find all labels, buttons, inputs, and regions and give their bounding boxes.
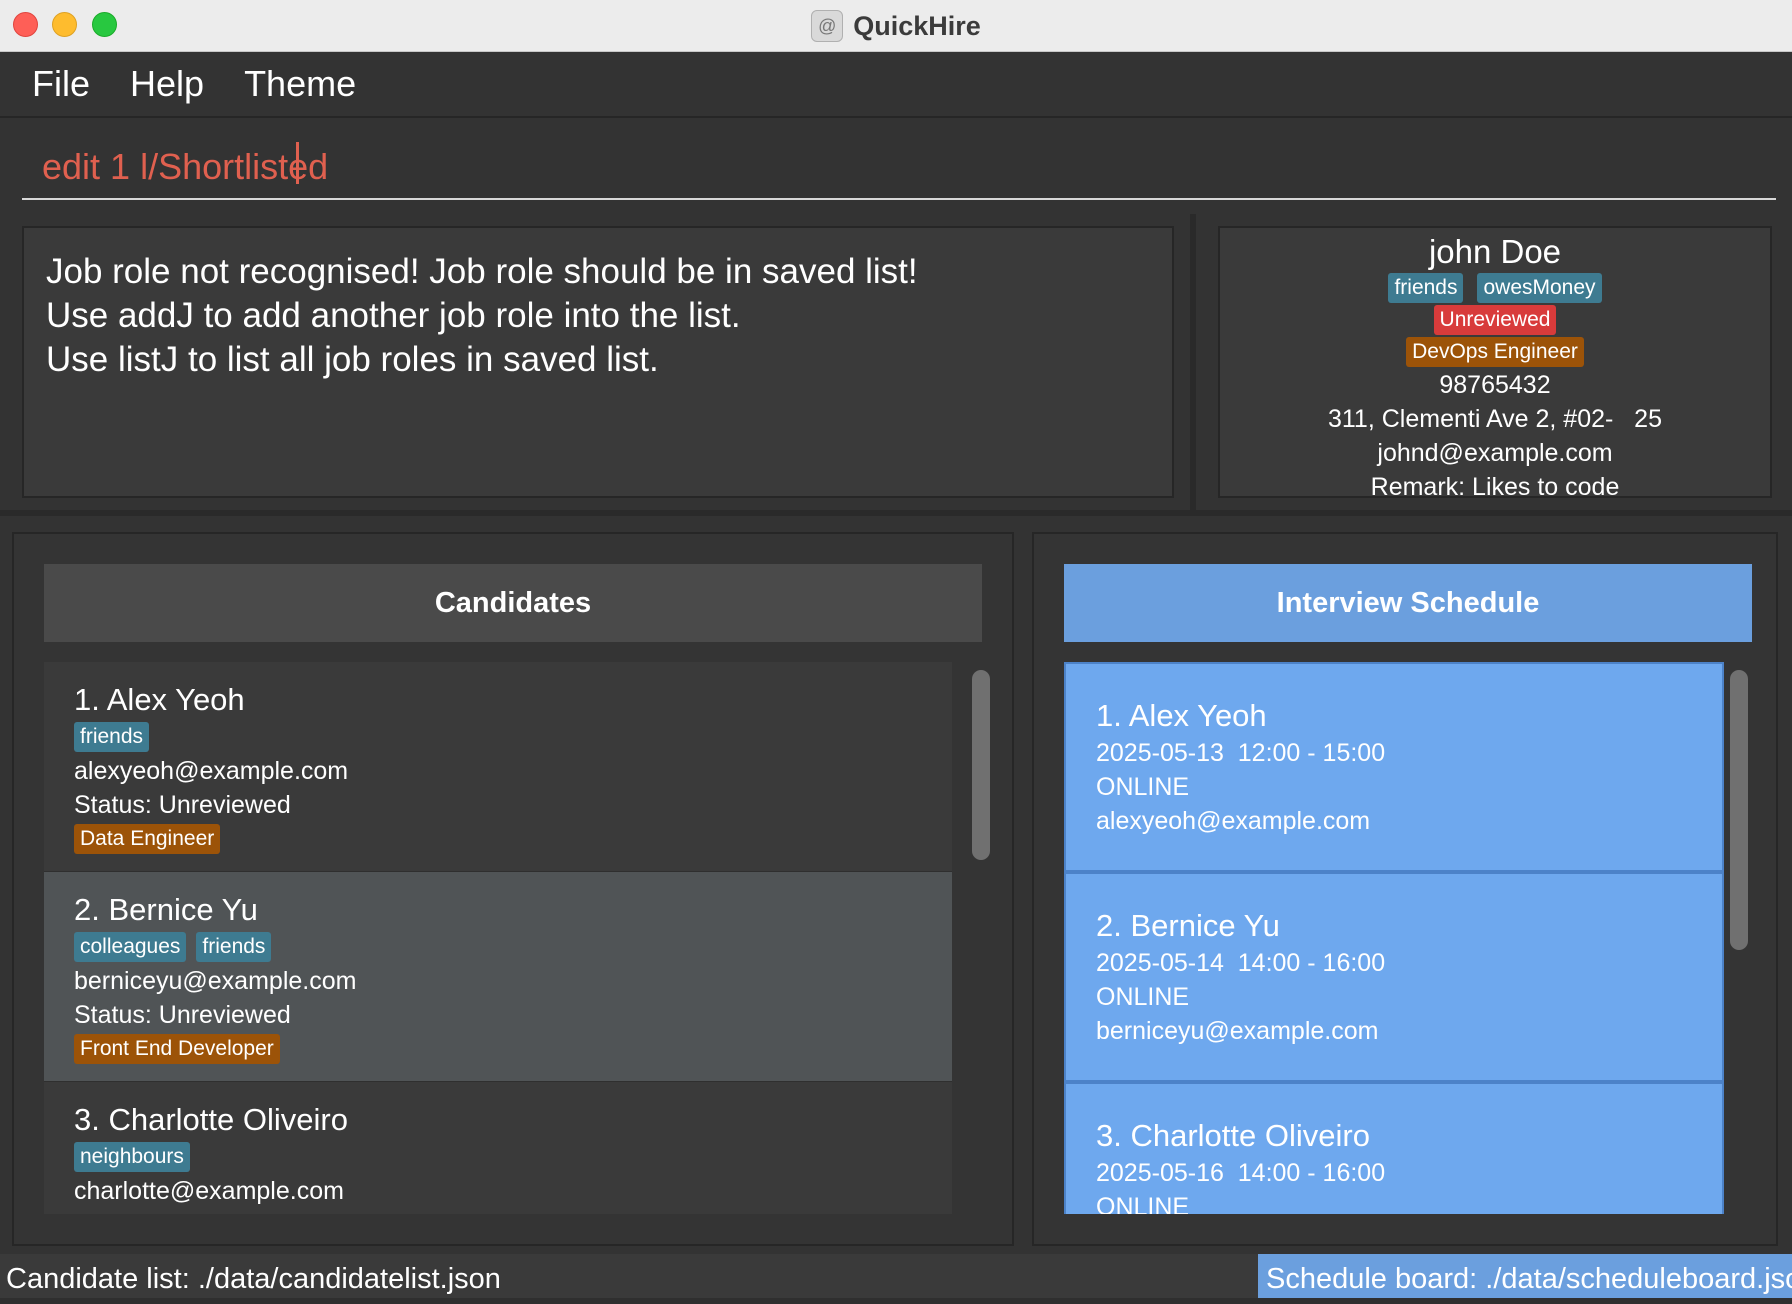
interview-time: 2025-05-13 12:00 - 15:00 [1096, 739, 1386, 767]
result-panel: Job role not recognised! Job role should… [0, 214, 1196, 510]
interview-mode: ONLINE [1096, 773, 1190, 801]
candidate-name: 3. Charlotte Oliveiro [74, 1102, 348, 1137]
detail-remark: Remark: Likes to code [1370, 473, 1620, 501]
candidate-tags: colleagues friends [74, 932, 922, 962]
schedule-scrollbar[interactable] [1730, 670, 1748, 950]
schedule-board-path: Schedule board: ./data/scheduleboard.jso… [1258, 1254, 1792, 1298]
interview-time: 2025-05-14 14:00 - 16:00 [1096, 949, 1386, 977]
tag: owesMoney [1477, 273, 1602, 303]
list-item[interactable]: 3. Charlotte Oliveiro 2025-05-16 14:00 -… [1064, 1082, 1724, 1214]
title-bar: @ QuickHire [0, 0, 1792, 52]
candidate-job-row: Front End Developer [74, 1034, 922, 1064]
text-caret [296, 142, 299, 184]
interview-email: alexyeoh@example.com [1096, 807, 1371, 835]
candidate-name: 1. Alex Yeoh [74, 682, 245, 717]
status-bar: Candidate list: ./data/candidatelist.jso… [0, 1254, 1792, 1298]
result-display: Job role not recognised! Job role should… [22, 226, 1174, 498]
candidate-email: berniceyu@example.com [74, 967, 357, 995]
interview-time: 2025-05-16 14:00 - 16:00 [1096, 1159, 1386, 1187]
menu-file[interactable]: File [32, 63, 90, 105]
tag: friends [196, 932, 272, 962]
interview-name: 1. Alex Yeoh [1096, 698, 1267, 733]
interview-name: 2. Bernice Yu [1096, 908, 1280, 943]
candidate-status: Status: Unreviewed [74, 1001, 291, 1029]
tag: friends [74, 722, 150, 752]
menu-theme[interactable]: Theme [244, 63, 356, 105]
detail-address: 311, Clementi Ave 2, #02- 25 [1327, 405, 1662, 433]
candidate-detail-card: john Doe friends owesMoney Unreviewed De… [1218, 226, 1772, 501]
candidate-detail-panel: john Doe friends owesMoney Unreviewed De… [1196, 214, 1792, 510]
list-item[interactable]: 2. Bernice Yu 2025-05-14 14:00 - 16:00 O… [1064, 872, 1724, 1082]
schedule-panel: Interview Schedule 1. Alex Yeoh 2025-05-… [1032, 532, 1778, 1246]
app-name: QuickHire [853, 10, 981, 41]
app-icon: @ [811, 10, 844, 42]
candidate-job-row: Data Engineer [74, 824, 922, 854]
result-line: Use addJ to add another job role into th… [46, 296, 741, 335]
candidate-tags: neighbours [74, 1142, 922, 1172]
list-item[interactable]: 1. Alex Yeoh 2025-05-13 12:00 - 15:00 ON… [1064, 662, 1724, 872]
job-role-badge: Data Engineer [74, 824, 221, 854]
candidate-email: alexyeoh@example.com [74, 757, 349, 785]
status-badge: Unreviewed [1433, 305, 1557, 335]
tag: colleagues [74, 932, 187, 962]
candidates-list[interactable]: 1. Alex Yeoh friends alexyeoh@example.co… [44, 662, 952, 1214]
job-role-badge: DevOps Engineer [1406, 337, 1584, 367]
job-role-badge: Front End Developer [74, 1034, 280, 1064]
list-item[interactable]: 2. Bernice Yu colleagues friends bernice… [44, 872, 952, 1082]
candidate-email: charlotte@example.com [74, 1177, 344, 1205]
list-item[interactable]: 1. Alex Yeoh friends alexyeoh@example.co… [44, 662, 952, 872]
tag: friends [1388, 273, 1464, 303]
detail-status-row: Unreviewed [1433, 305, 1557, 335]
candidate-status: Status: Unreviewed [74, 791, 291, 819]
lower-area: Candidates 1. Alex Yeoh friends alexyeoh… [0, 510, 1792, 1254]
schedule-header: Interview Schedule [1064, 564, 1752, 642]
candidates-header: Candidates [44, 564, 982, 642]
menu-bar: File Help Theme [0, 52, 1792, 118]
detail-job-row: DevOps Engineer [1406, 337, 1584, 367]
candidates-scrollbar[interactable] [972, 670, 990, 860]
list-item[interactable]: 3. Charlotte Oliveiro neighbours charlot… [44, 1082, 952, 1214]
tag: neighbours [74, 1142, 190, 1172]
interview-mode: ONLINE [1096, 983, 1190, 1011]
candidate-list-path: Candidate list: ./data/candidatelist.jso… [6, 1263, 501, 1295]
detail-tags: friends owesMoney [1388, 273, 1602, 303]
menu-help[interactable]: Help [130, 63, 204, 105]
command-box [0, 118, 1792, 214]
interview-name: 3. Charlotte Oliveiro [1096, 1118, 1370, 1153]
candidate-name: 2. Bernice Yu [74, 892, 258, 927]
result-line: Job role not recognised! Job role should… [46, 252, 918, 291]
interview-mode: ONLINE [1096, 1193, 1190, 1214]
detail-phone: 98765432 [1439, 371, 1551, 399]
command-input[interactable] [22, 136, 1776, 200]
schedule-list[interactable]: 1. Alex Yeoh 2025-05-13 12:00 - 15:00 ON… [1064, 662, 1724, 1214]
candidates-panel: Candidates 1. Alex Yeoh friends alexyeoh… [12, 532, 1014, 1246]
result-line: Use listJ to list all job roles in saved… [46, 340, 659, 379]
window-title: @ QuickHire [0, 0, 1792, 52]
detail-email: johnd@example.com [1377, 439, 1613, 467]
candidate-tags: friends [74, 722, 922, 752]
detail-name: john Doe [1428, 233, 1562, 270]
interview-email: berniceyu@example.com [1096, 1017, 1379, 1045]
